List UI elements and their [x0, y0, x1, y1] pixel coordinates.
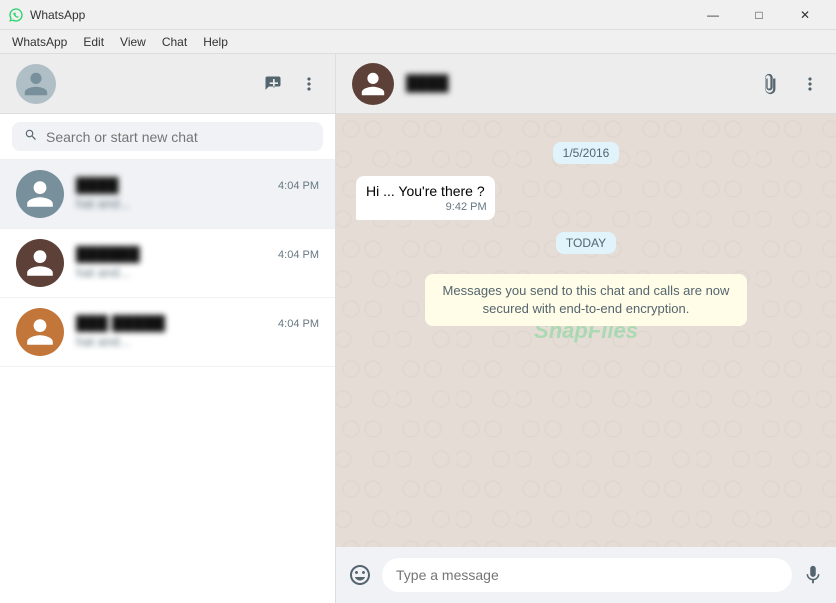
message-input-bar	[336, 547, 836, 603]
chat-time: 4:04 PM	[278, 249, 319, 261]
chat-time: 4:04 PM	[278, 318, 319, 330]
avatar	[16, 170, 64, 218]
contact-info: ████	[406, 75, 449, 92]
date-badge-2: TODAY	[556, 232, 616, 254]
chat-name: ████	[76, 177, 119, 194]
title-bar-left: WhatsApp	[8, 7, 85, 23]
chat-messages: SnapFiles 1/5/2016 Hi ... You're there ?…	[336, 114, 836, 547]
profile-avatar[interactable]	[16, 64, 56, 104]
right-panel: ████	[336, 54, 836, 603]
maximize-button[interactable]: □	[736, 0, 782, 30]
menu-chat[interactable]: Chat	[154, 33, 195, 51]
message-bubble: Hi ... You're there ? 9:42 PM	[356, 176, 495, 220]
chat-info: ███ █████ 4:04 PM hat and...	[76, 315, 319, 349]
avatar	[16, 239, 64, 287]
encryption-notice: Messages you send to this chat and calls…	[425, 274, 747, 326]
left-more-options-button[interactable]	[299, 74, 319, 94]
chat-name: ██████	[76, 246, 140, 263]
attach-button[interactable]	[758, 73, 780, 95]
mic-button[interactable]	[802, 564, 824, 586]
chat-info-top: ███ █████ 4:04 PM	[76, 315, 319, 332]
chat-info: ████ 4:04 PM hat and...	[76, 177, 319, 211]
menu-view[interactable]: View	[112, 33, 154, 51]
right-header-left: ████	[352, 63, 449, 105]
avatar	[16, 308, 64, 356]
left-header-actions	[263, 74, 319, 94]
chat-info: ██████ 4:04 PM hat and...	[76, 246, 319, 280]
right-header-right	[758, 73, 820, 95]
menu-edit[interactable]: Edit	[75, 33, 112, 51]
left-panel: ████ 4:04 PM hat and... ██████ 4:04 PM	[0, 54, 336, 603]
message-input[interactable]	[382, 558, 792, 592]
chat-name: ███ █████	[76, 315, 165, 332]
app-container: ████ 4:04 PM hat and... ██████ 4:04 PM	[0, 54, 836, 603]
menu-bar: WhatsApp Edit View Chat Help	[0, 30, 836, 54]
window-title: WhatsApp	[30, 8, 85, 22]
emoji-button[interactable]	[348, 563, 372, 587]
chat-time: 4:04 PM	[278, 180, 319, 192]
chat-info-top: ████ 4:04 PM	[76, 177, 319, 194]
menu-help[interactable]: Help	[195, 33, 236, 51]
chat-info-top: ██████ 4:04 PM	[76, 246, 319, 263]
list-item[interactable]: ███ █████ 4:04 PM hat and...	[0, 298, 335, 367]
search-icon	[24, 128, 38, 145]
whatsapp-icon	[8, 7, 24, 23]
chat-preview: hat and...	[76, 196, 319, 211]
right-header: ████	[336, 54, 836, 114]
message-text: Hi ... You're there ?	[366, 183, 485, 199]
messages-inner: 1/5/2016 Hi ... You're there ? 9:42 PM T…	[356, 124, 816, 334]
contact-avatar[interactable]	[352, 63, 394, 105]
menu-whatsapp[interactable]: WhatsApp	[4, 33, 75, 51]
list-item[interactable]: ██████ 4:04 PM hat and...	[0, 229, 335, 298]
new-chat-button[interactable]	[263, 74, 283, 94]
title-bar: WhatsApp — □ ✕	[0, 0, 836, 30]
date-badge-1: 1/5/2016	[553, 142, 620, 164]
contact-name: ████	[406, 75, 449, 92]
list-item[interactable]: ████ 4:04 PM hat and...	[0, 160, 335, 229]
window-controls: — □ ✕	[690, 0, 828, 30]
chat-preview: hat and...	[76, 265, 319, 280]
close-button[interactable]: ✕	[782, 0, 828, 30]
chat-list: ████ 4:04 PM hat and... ██████ 4:04 PM	[0, 160, 335, 603]
search-input[interactable]	[46, 129, 311, 145]
message-time: 9:42 PM	[446, 200, 487, 215]
search-bar	[0, 114, 335, 160]
chat-preview: hat and...	[76, 334, 319, 349]
right-more-options-button[interactable]	[800, 74, 820, 94]
left-header	[0, 54, 335, 114]
minimize-button[interactable]: —	[690, 0, 736, 30]
search-input-wrap	[12, 122, 323, 151]
